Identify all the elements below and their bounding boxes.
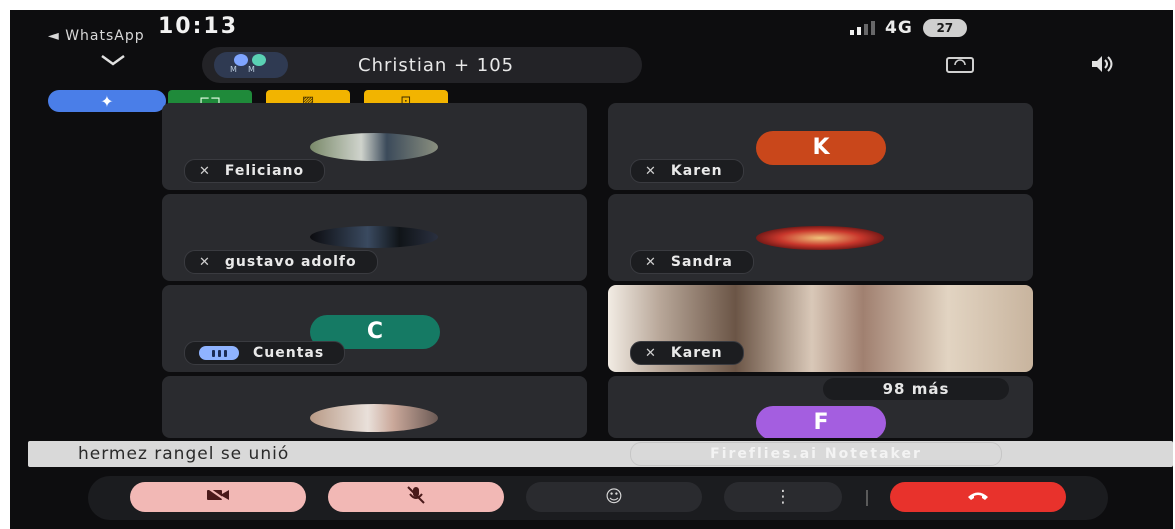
participant-tile[interactable]: K ✕ Karen [608,103,1033,190]
speaking-indicator-icon [199,346,239,360]
divider [866,490,868,506]
sparkle-icon: ✦ [100,91,114,111]
name-pill: ✕ Sandra [630,250,754,274]
participant-tile[interactable]: ✕ Sandra [608,194,1033,281]
camera-off-icon [206,486,230,508]
mic-off-icon: ✕ [199,254,211,270]
letter-avatar: K [756,131,886,165]
meet-call-screen: 10:13 ◄ WhatsApp 4G 27 M M Christian + 1… [10,10,1173,529]
mic-off-icon: ✕ [645,345,657,361]
letter-avatar: F [756,406,886,438]
mic-toggle-button[interactable] [328,482,504,512]
call-header[interactable]: M M Christian + 105 [202,47,642,83]
speaker-icon[interactable] [1090,54,1114,79]
name-pill: ✕ Feliciano [184,159,326,183]
participant-photo [310,226,438,248]
name-pill: ✕ Karen [630,341,744,365]
mic-off-icon: ✕ [645,163,657,179]
more-participants-badge[interactable]: 98 más [823,378,1009,400]
back-to-app-link[interactable]: ◄ WhatsApp [48,28,145,44]
battery-level: 27 [922,19,967,37]
network-type: 4G [885,18,913,38]
chevron-down-icon[interactable] [100,52,126,71]
mic-off-icon [406,485,426,509]
mic-off-icon: ✕ [645,254,657,270]
more-options-button[interactable]: ⋮ [724,482,842,512]
more-vertical-icon: ⋮ [774,487,792,507]
participant-photo [310,133,438,161]
reactions-button[interactable]: ☺ [526,482,702,512]
camera-switch-icon[interactable] [946,56,974,79]
participant-tile[interactable]: C Cuentas [162,285,587,372]
call-controls: ☺ ⋮ [88,476,1108,520]
participant-tile[interactable] [162,376,587,438]
name-pill: Cuentas [184,341,346,365]
participant-video-tile[interactable]: ✕ Karen [608,285,1033,372]
call-title: Christian + 105 [358,54,515,76]
camera-toggle-button[interactable] [130,482,306,512]
signal-icon [850,21,875,35]
effects-button[interactable]: ✦ [48,90,166,112]
participant-tile[interactable]: ✕ Feliciano [162,103,587,190]
emoji-icon: ☺ [605,487,623,507]
phone-hangup-icon [967,487,989,507]
status-time: 10:13 [158,14,239,39]
name-pill: ✕ Karen [630,159,744,183]
mic-off-icon: ✕ [199,163,211,179]
participant-avatars: M M [214,52,288,78]
status-indicators: 4G 27 [850,18,967,38]
participant-tile[interactable]: ✕ gustavo adolfo [162,194,587,281]
name-pill: ✕ gustavo adolfo [184,250,378,274]
participant-photo [756,226,884,250]
name-pill: Fireflies.ai Notetaker [630,442,1002,466]
end-call-button[interactable] [890,482,1066,512]
participant-photo [310,404,438,432]
